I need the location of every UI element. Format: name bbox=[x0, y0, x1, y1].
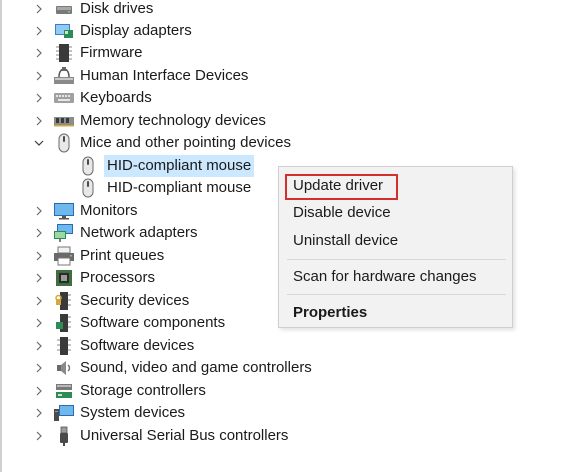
network-adapter-icon bbox=[53, 222, 75, 244]
tree-item-label: Display adapters bbox=[80, 22, 192, 39]
mouse-icon bbox=[77, 155, 99, 177]
tree-item-label: Firmware bbox=[80, 44, 143, 61]
chevron-right-icon[interactable] bbox=[32, 200, 46, 222]
chevron-right-icon[interactable] bbox=[32, 20, 46, 42]
tree-item-label: Sound, video and game controllers bbox=[80, 359, 312, 376]
chevron-right-icon[interactable] bbox=[32, 65, 46, 87]
software-component-icon bbox=[53, 312, 75, 334]
memory-icon bbox=[53, 110, 75, 132]
chevron-right-icon[interactable] bbox=[32, 380, 46, 402]
tree-item-label: HID-compliant mouse bbox=[107, 179, 252, 196]
chevron-right-icon[interactable] bbox=[32, 222, 46, 244]
chevron-right-icon[interactable] bbox=[32, 335, 46, 357]
hid-icon bbox=[53, 65, 75, 87]
mouse-icon bbox=[53, 132, 75, 154]
mouse-icon bbox=[77, 177, 99, 199]
processor-icon bbox=[53, 267, 75, 289]
chevron-right-icon[interactable] bbox=[32, 290, 46, 312]
chevron-right-icon[interactable] bbox=[32, 110, 46, 132]
window-left-edge bbox=[0, 0, 2, 472]
chevron-right-icon[interactable] bbox=[32, 42, 46, 64]
printer-icon bbox=[53, 245, 75, 267]
tree-item-label: Storage controllers bbox=[80, 382, 206, 399]
menu-item-scan-for-hardware-changes[interactable]: Scan for hardware changes bbox=[293, 265, 476, 289]
monitor-icon bbox=[53, 200, 75, 222]
tree-item-label: Universal Serial Bus controllers bbox=[80, 427, 289, 444]
tree-item-label: Mice and other pointing devices bbox=[80, 134, 291, 151]
speaker-icon bbox=[53, 357, 75, 379]
menu-separator bbox=[287, 259, 506, 260]
tree-item-label: Software devices bbox=[80, 337, 195, 354]
tree-item-label: System devices bbox=[80, 404, 186, 421]
usb-icon bbox=[53, 425, 75, 447]
tree-item-label: Disk drives bbox=[80, 0, 154, 17]
display-adapter-icon bbox=[53, 20, 75, 42]
chevron-right-icon[interactable] bbox=[32, 0, 46, 20]
menu-item-uninstall-device[interactable]: Uninstall device bbox=[293, 229, 398, 253]
system-device-icon bbox=[53, 402, 75, 424]
firmware-icon bbox=[53, 42, 75, 64]
keyboard-icon bbox=[53, 87, 75, 109]
chevron-right-icon[interactable] bbox=[32, 267, 46, 289]
tree-item-label: Network adapters bbox=[80, 224, 198, 241]
disk-drive-icon bbox=[53, 0, 75, 20]
tree-item-label: Memory technology devices bbox=[80, 112, 266, 129]
tree-item-label: Security devices bbox=[80, 292, 190, 309]
menu-separator bbox=[287, 294, 506, 295]
context-menu: Update driver Disable device Uninstall d… bbox=[278, 166, 513, 328]
chevron-right-icon[interactable] bbox=[32, 245, 46, 267]
chevron-down-icon[interactable] bbox=[32, 132, 46, 154]
menu-item-update-driver[interactable]: Update driver bbox=[293, 174, 383, 198]
menu-item-properties[interactable]: Properties bbox=[293, 301, 367, 325]
tree-item-label: Human Interface Devices bbox=[80, 67, 249, 84]
software-device-icon bbox=[53, 335, 75, 357]
storage-controller-icon bbox=[53, 380, 75, 402]
security-device-icon bbox=[53, 290, 75, 312]
tree-item-label: Keyboards bbox=[80, 89, 152, 106]
tree-item-label: Software components bbox=[80, 314, 226, 331]
menu-item-disable-device[interactable]: Disable device bbox=[293, 201, 391, 225]
chevron-right-icon[interactable] bbox=[32, 402, 46, 424]
chevron-right-icon[interactable] bbox=[32, 312, 46, 334]
chevron-right-icon[interactable] bbox=[32, 425, 46, 447]
chevron-right-icon[interactable] bbox=[32, 357, 46, 379]
tree-item-label: Print queues bbox=[80, 247, 165, 264]
chevron-right-icon[interactable] bbox=[32, 87, 46, 109]
tree-item-label: Processors bbox=[80, 269, 156, 286]
tree-item-label: Monitors bbox=[80, 202, 138, 219]
tree-item-label: HID-compliant mouse bbox=[104, 155, 255, 177]
